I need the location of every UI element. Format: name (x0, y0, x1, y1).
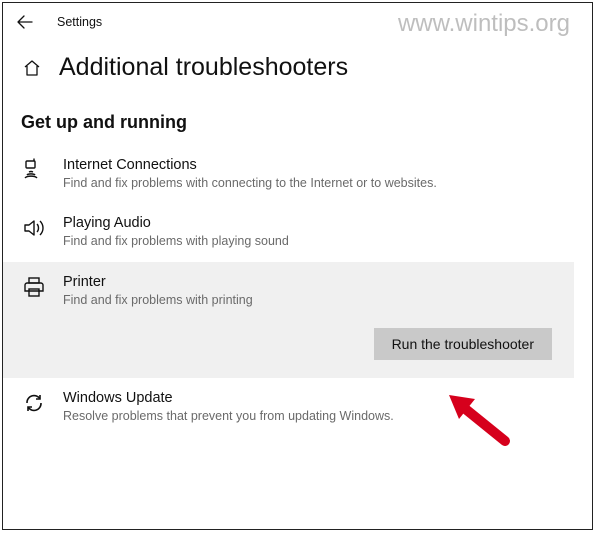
item-title: Printer (63, 274, 548, 290)
watermark-text: www.wintips.org (398, 10, 570, 38)
run-troubleshooter-button[interactable]: Run the troubleshooter (374, 328, 552, 360)
audio-icon (21, 215, 47, 241)
list-item-printer[interactable]: Printer Find and fix problems with print… (3, 262, 574, 378)
update-icon (21, 390, 47, 416)
section-heading: Get up and running (3, 82, 592, 133)
list-item-internet[interactable]: Internet Connections Find and fix proble… (3, 145, 592, 203)
item-desc: Resolve problems that prevent you from u… (63, 408, 483, 424)
list-item-windows-update[interactable]: Windows Update Resolve problems that pre… (3, 378, 592, 436)
troubleshooter-list: Internet Connections Find and fix proble… (3, 133, 592, 436)
item-title: Windows Update (63, 390, 566, 406)
page-title: Additional troubleshooters (59, 53, 348, 82)
header-title: Settings (57, 15, 102, 29)
item-title: Playing Audio (63, 215, 566, 231)
home-icon[interactable] (21, 57, 43, 79)
back-button[interactable] (17, 15, 35, 29)
item-desc: Find and fix problems with printing (63, 292, 483, 308)
printer-icon (21, 274, 47, 300)
internet-icon (21, 157, 47, 183)
item-desc: Find and fix problems with connecting to… (63, 175, 483, 191)
item-desc: Find and fix problems with playing sound (63, 233, 483, 249)
item-title: Internet Connections (63, 157, 566, 173)
page-title-row: Additional troubleshooters (3, 35, 592, 82)
list-item-audio[interactable]: Playing Audio Find and fix problems with… (3, 203, 592, 261)
